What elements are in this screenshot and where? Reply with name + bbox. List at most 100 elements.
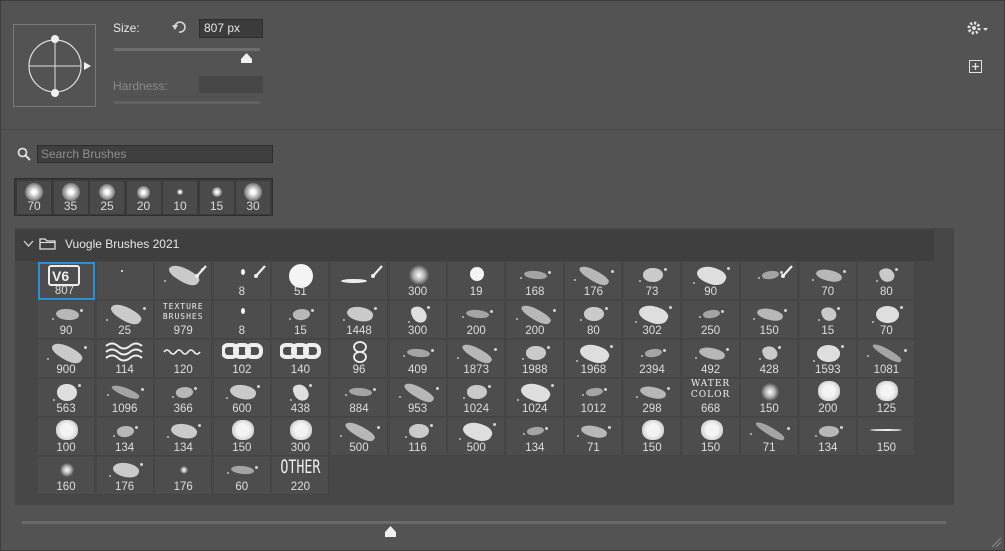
brush-preset[interactable]: 500 — [331, 418, 388, 456]
brush-preset[interactable]: 160 — [38, 457, 95, 495]
recent-brush-2[interactable]: 25 — [90, 181, 124, 214]
brush-preset[interactable]: 70 — [858, 301, 916, 339]
brush-preset[interactable]: V6 807 — [38, 262, 95, 300]
reset-icon[interactable] — [171, 20, 188, 35]
brush-preset[interactable]: 884 — [331, 379, 388, 417]
brush-preset[interactable]: 176 — [155, 457, 213, 495]
brush-preset[interactable]: 1081 — [858, 340, 916, 378]
brush-preset[interactable]: 563 — [38, 379, 95, 417]
brush-preset[interactable]: 500 — [448, 418, 506, 456]
recent-brush-1[interactable]: 35 — [53, 181, 88, 214]
brush-preset[interactable]: 71 — [741, 418, 799, 456]
brush-preset[interactable]: 1988 — [506, 340, 564, 378]
brush-preset[interactable]: 140 — [272, 340, 330, 378]
brush-preset[interactable]: 250 — [682, 301, 740, 339]
brush-preset[interactable]: 150 — [682, 418, 740, 456]
brush-preset[interactable]: 150 — [213, 418, 271, 456]
brush-preset[interactable]: WATER COLOR 668 — [682, 379, 740, 417]
brush-preset[interactable]: 15 — [272, 301, 330, 339]
brush-preset[interactable]: 150 — [858, 418, 916, 456]
brush-preset[interactable]: 102 — [213, 340, 271, 378]
brush-preset[interactable] — [741, 262, 799, 300]
brush-preset[interactable]: 51 — [272, 262, 330, 300]
size-slider-track[interactable] — [114, 48, 260, 51]
brush-preset[interactable]: 96 — [331, 340, 388, 378]
brush-preset[interactable] — [96, 262, 154, 300]
brush-preset[interactable]: 200 — [799, 379, 857, 417]
brush-preset[interactable]: 900 — [38, 340, 95, 378]
brush-preset[interactable]: 80 — [565, 301, 623, 339]
brush-preset[interactable]: 71 — [565, 418, 623, 456]
brush-preset[interactable]: 168 — [506, 262, 564, 300]
brush-preset[interactable]: OTHER 220 — [272, 457, 330, 495]
brush-preset[interactable]: 150 — [741, 379, 799, 417]
brush-preset[interactable]: 70 — [799, 262, 857, 300]
size-input[interactable]: 807 px — [199, 19, 263, 38]
size-slider-handle[interactable] — [241, 53, 252, 63]
brush-preset[interactable]: 134 — [799, 418, 857, 456]
brush-tip-preview[interactable] — [13, 24, 96, 107]
brush-preset[interactable] — [331, 262, 388, 300]
brush-preset[interactable]: 116 — [389, 418, 447, 456]
brush-preset[interactable]: 90 — [38, 301, 95, 339]
brush-preset[interactable]: 1873 — [448, 340, 506, 378]
recent-brush-6[interactable]: 30 — [236, 181, 270, 214]
brush-preset[interactable]: 366 — [155, 379, 213, 417]
brush-preset[interactable]: 600 — [213, 379, 271, 417]
brush-preset[interactable]: 73 — [624, 262, 681, 300]
brush-preset[interactable]: 1096 — [96, 379, 154, 417]
brush-preset[interactable]: 300 — [272, 418, 330, 456]
chevron-down-icon[interactable] — [23, 240, 34, 248]
brush-preset[interactable]: 134 — [155, 418, 213, 456]
brush-preset[interactable] — [155, 262, 213, 300]
brush-preset[interactable]: 1012 — [565, 379, 623, 417]
brush-preset[interactable]: 150 — [741, 301, 799, 339]
brush-preset[interactable]: 300 — [389, 301, 447, 339]
brush-preset[interactable]: 953 — [389, 379, 447, 417]
brush-preset[interactable]: 19 — [448, 262, 506, 300]
brush-preset[interactable]: 302 — [624, 301, 681, 339]
brush-preset[interactable]: 8 — [213, 262, 271, 300]
brush-preset[interactable]: 60 — [213, 457, 271, 495]
brush-preset[interactable]: 134 — [506, 418, 564, 456]
brush-preset[interactable]: 300 — [389, 262, 447, 300]
brush-preset[interactable]: 120 — [155, 340, 213, 378]
brush-preset[interactable]: 25 — [96, 301, 154, 339]
brush-preset[interactable]: 1024 — [448, 379, 506, 417]
brush-preset[interactable]: 200 — [506, 301, 564, 339]
thumbnail-size-slider-handle[interactable] — [385, 526, 396, 537]
brush-preset[interactable]: 1968 — [565, 340, 623, 378]
brush-preset[interactable]: 1593 — [799, 340, 857, 378]
brush-preset[interactable]: 134 — [96, 418, 154, 456]
brush-preset[interactable]: 125 — [858, 379, 916, 417]
add-brush-icon[interactable] — [969, 60, 982, 73]
brush-preset[interactable]: 298 — [624, 379, 681, 417]
brush-preset[interactable]: 428 — [741, 340, 799, 378]
brush-angle-widget[interactable] — [14, 25, 95, 106]
search-input[interactable]: Search Brushes — [37, 145, 273, 163]
brush-preset[interactable]: 90 — [682, 262, 740, 300]
brush-preset[interactable]: 492 — [682, 340, 740, 378]
brush-preset[interactable]: 150 — [624, 418, 681, 456]
brush-preset[interactable]: 1024 — [506, 379, 564, 417]
hardness-input[interactable] — [199, 76, 263, 93]
brush-preset[interactable]: 409 — [389, 340, 447, 378]
brush-preset[interactable]: 1448 — [331, 301, 388, 339]
brush-preset[interactable]: 100 — [38, 418, 95, 456]
brush-preset[interactable]: TEXTURE BRUSHES 979 — [155, 301, 213, 339]
recent-brush-0[interactable]: 70 — [17, 181, 51, 214]
resize-grip-icon[interactable] — [990, 536, 1002, 548]
hardness-slider-track[interactable] — [114, 101, 260, 104]
brush-preset[interactable]: 176 — [96, 457, 154, 495]
gear-icon[interactable] — [967, 20, 989, 36]
brush-preset[interactable]: 114 — [96, 340, 154, 378]
brush-preset[interactable]: 15 — [799, 301, 857, 339]
brush-preset[interactable]: 2394 — [624, 340, 681, 378]
brush-preset[interactable]: 80 — [858, 262, 916, 300]
brush-preset[interactable]: 176 — [565, 262, 623, 300]
recent-brush-4[interactable]: 10 — [163, 181, 197, 214]
thumbnail-size-slider-track[interactable] — [22, 521, 946, 524]
brush-preset[interactable]: 8 — [213, 301, 271, 339]
recent-brush-5[interactable]: 15 — [199, 181, 234, 214]
recent-brush-3[interactable]: 20 — [126, 181, 161, 214]
